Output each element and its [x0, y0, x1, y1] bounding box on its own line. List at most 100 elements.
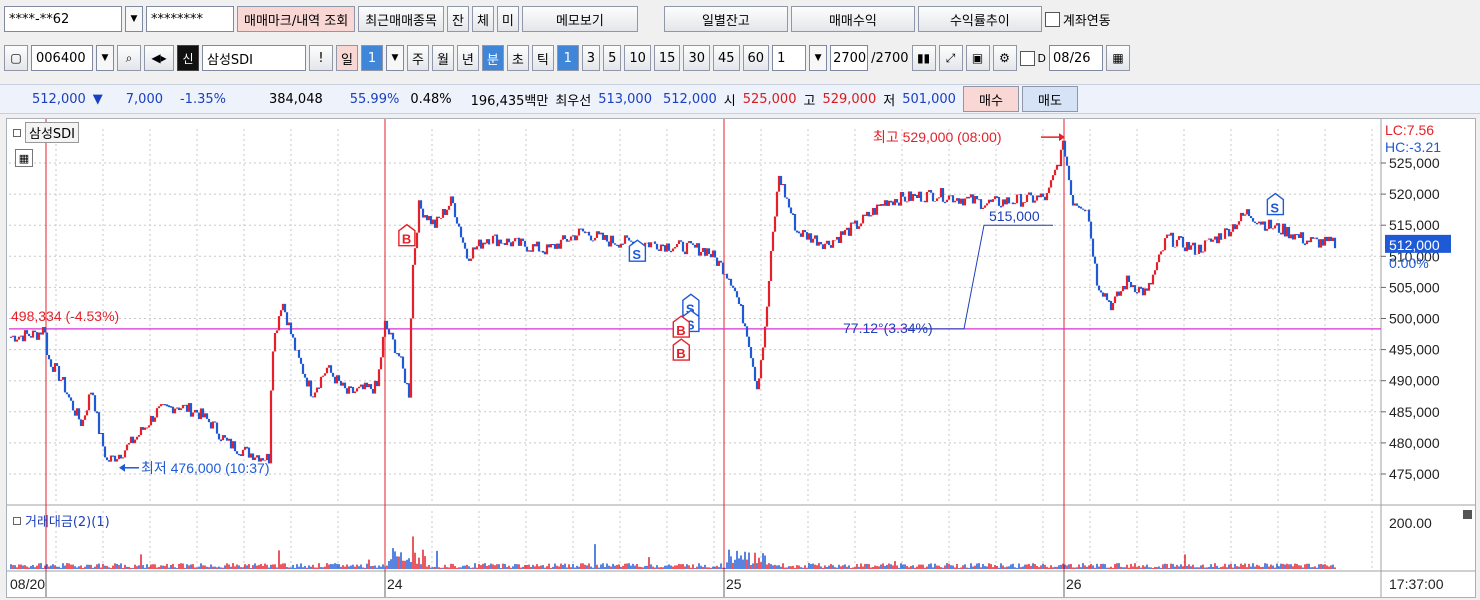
hc-label: HC:-3.21	[1385, 139, 1441, 155]
down-arrow-icon: ▼	[92, 91, 103, 107]
bar-count: 2700	[833, 50, 867, 66]
measure-bottom-label: 77.12°(3.34%)	[843, 320, 933, 336]
low-arrowhead	[119, 463, 125, 472]
account-number: ****-**62	[9, 11, 70, 27]
period-year-button[interactable]: 년	[456, 45, 479, 71]
price-tick-label: 520,000	[1389, 186, 1440, 202]
interval-count-field[interactable]: 1	[772, 45, 807, 71]
current-pct-label: 0.00%	[1389, 255, 1429, 271]
chevron-down-icon: ▼	[391, 53, 399, 63]
table-icon[interactable]: ▦	[15, 149, 33, 167]
open-label: 시	[723, 93, 736, 109]
high-annotation: 최고 529,000 (08:00)	[873, 129, 1002, 145]
account-dropdown[interactable]: ▼	[125, 6, 143, 32]
interval-15-button[interactable]: 15	[653, 45, 681, 71]
account-link-toggle[interactable]: 계좌연동	[1044, 10, 1111, 29]
toolbar-symbol: ▢ 006400 ▼ ⌕ ◀▸ 신 삼성SDI ! 일 1 ▼ 주 월 년 분 …	[0, 42, 1480, 74]
account-link-label: 계좌연동	[1062, 13, 1111, 29]
price-tick-label: 485,000	[1389, 404, 1440, 420]
stock-code-dropdown[interactable]: ▼	[96, 45, 114, 71]
save-icon[interactable]: ▣	[965, 45, 990, 71]
sell-mark-label: S	[1270, 201, 1279, 216]
period-tick-button[interactable]: 틱	[531, 45, 554, 71]
high-price: 529,000	[822, 91, 877, 107]
trade-volume: 384,048	[268, 91, 323, 107]
bar-count-field[interactable]: 2700	[830, 45, 869, 71]
executed-button[interactable]: 체	[471, 6, 494, 32]
speaker-icon[interactable]: ◀▸	[144, 45, 174, 71]
password-value: ********	[151, 11, 203, 27]
line-tool-icon[interactable]: ⤢	[938, 45, 963, 71]
buy-mark-label: B	[402, 232, 411, 247]
lc-label: LC:7.56	[1385, 122, 1434, 138]
interval-45-button[interactable]: 45	[712, 45, 740, 71]
trade-profit-button[interactable]: 매매수익	[790, 6, 915, 32]
day-count-value[interactable]: 1	[360, 45, 383, 71]
measure-top-label: 515,000	[989, 208, 1040, 224]
turnover-ratio: 0.48%	[410, 91, 452, 107]
price-tick-label: 495,000	[1389, 342, 1440, 358]
current-price: 512,000	[32, 91, 86, 107]
interval-10-button[interactable]: 10	[624, 45, 651, 71]
candle-icon[interactable]: ▮▮	[911, 45, 936, 71]
calendar-icon[interactable]: ▦	[1106, 45, 1131, 71]
interval-3-button[interactable]: 3	[581, 45, 601, 71]
gear-icon[interactable]: ⚙	[992, 45, 1017, 71]
period-second-button[interactable]: 초	[506, 45, 529, 71]
chevron-down-icon: ▼	[814, 53, 822, 63]
period-minute-button[interactable]: 분	[481, 45, 504, 71]
password-field[interactable]: ********	[146, 6, 234, 32]
reference-label: 498,334 (-4.53%)	[11, 308, 119, 324]
recent-trades-button[interactable]: 최근매매종목	[358, 6, 444, 32]
price-chart[interactable]: 525,000 520,000 515,000 510,000 505,000 500,0…	[6, 118, 1476, 598]
interval-1-button[interactable]: 1	[556, 45, 579, 71]
interval-60-button[interactable]: 60	[742, 45, 770, 71]
period-month-button[interactable]: 월	[431, 45, 454, 71]
stock-code-field[interactable]: 006400	[31, 45, 93, 71]
date-checkbox[interactable]	[1019, 50, 1035, 66]
date-value: 08/26	[1053, 50, 1091, 66]
volume-axis-label: 200.00	[1389, 515, 1432, 531]
price-tick-label: 490,000	[1389, 373, 1440, 389]
period-day-button[interactable]: 일	[336, 45, 358, 71]
volume-ratio: 55.99%	[349, 91, 400, 107]
bar-count-total: /2700	[871, 50, 909, 66]
period-week-button[interactable]: 주	[406, 45, 429, 71]
return-trend-button[interactable]: 수익률추이	[917, 6, 1042, 32]
toolbar-account: ****-**62 ▼ ******** 매매마크/내역 조회 최근매매종목 잔…	[0, 4, 1480, 34]
trade-mark-button[interactable]: 매매마크/내역 조회	[237, 6, 356, 32]
search-icon[interactable]: ⌕	[117, 45, 141, 71]
best-quote-label: 최우선	[555, 93, 592, 109]
best-ask: 513,000	[598, 91, 652, 107]
high-label: 고	[803, 93, 816, 109]
balance-button[interactable]: 잔	[446, 6, 469, 32]
interval-count: 1	[777, 50, 786, 66]
stock-name-field[interactable]: 삼성SDI	[202, 45, 306, 71]
date-toggle[interactable]: D	[1019, 50, 1046, 66]
daily-balance-button[interactable]: 일별잔고	[663, 6, 788, 32]
day-count-dropdown[interactable]: ▼	[385, 45, 404, 71]
account-field[interactable]: ****-**62	[4, 6, 122, 32]
chart-title: 삼성SDI	[25, 122, 80, 143]
interval-30-button[interactable]: 30	[683, 45, 710, 71]
unexecuted-button[interactable]: 미	[496, 6, 519, 32]
window-icon[interactable]: ▢	[4, 45, 28, 71]
date-label: 25	[726, 576, 742, 592]
alert-button[interactable]: !	[309, 45, 333, 71]
interval-5-button[interactable]: 5	[603, 45, 622, 71]
panel-square-icon	[13, 516, 21, 525]
buy-mark-label: B	[676, 323, 685, 338]
price-tick-label: 525,000	[1389, 155, 1440, 171]
current-price-label: 512,000	[1389, 237, 1440, 253]
sell-button[interactable]: 매도	[1021, 86, 1078, 112]
price-change: 7,000	[125, 91, 163, 107]
interval-count-dropdown[interactable]: ▼	[809, 45, 828, 71]
time-label: 17:37:00	[1389, 576, 1444, 592]
date-field[interactable]: 08/26	[1049, 45, 1104, 71]
memo-button[interactable]: 메모보기	[521, 6, 638, 32]
price-change-pct: -1.35%	[179, 91, 226, 107]
buy-button[interactable]: 매수	[962, 86, 1019, 112]
low-label: 저	[883, 93, 896, 109]
stock-code: 006400	[36, 50, 86, 66]
account-link-checkbox[interactable]	[1044, 11, 1060, 27]
